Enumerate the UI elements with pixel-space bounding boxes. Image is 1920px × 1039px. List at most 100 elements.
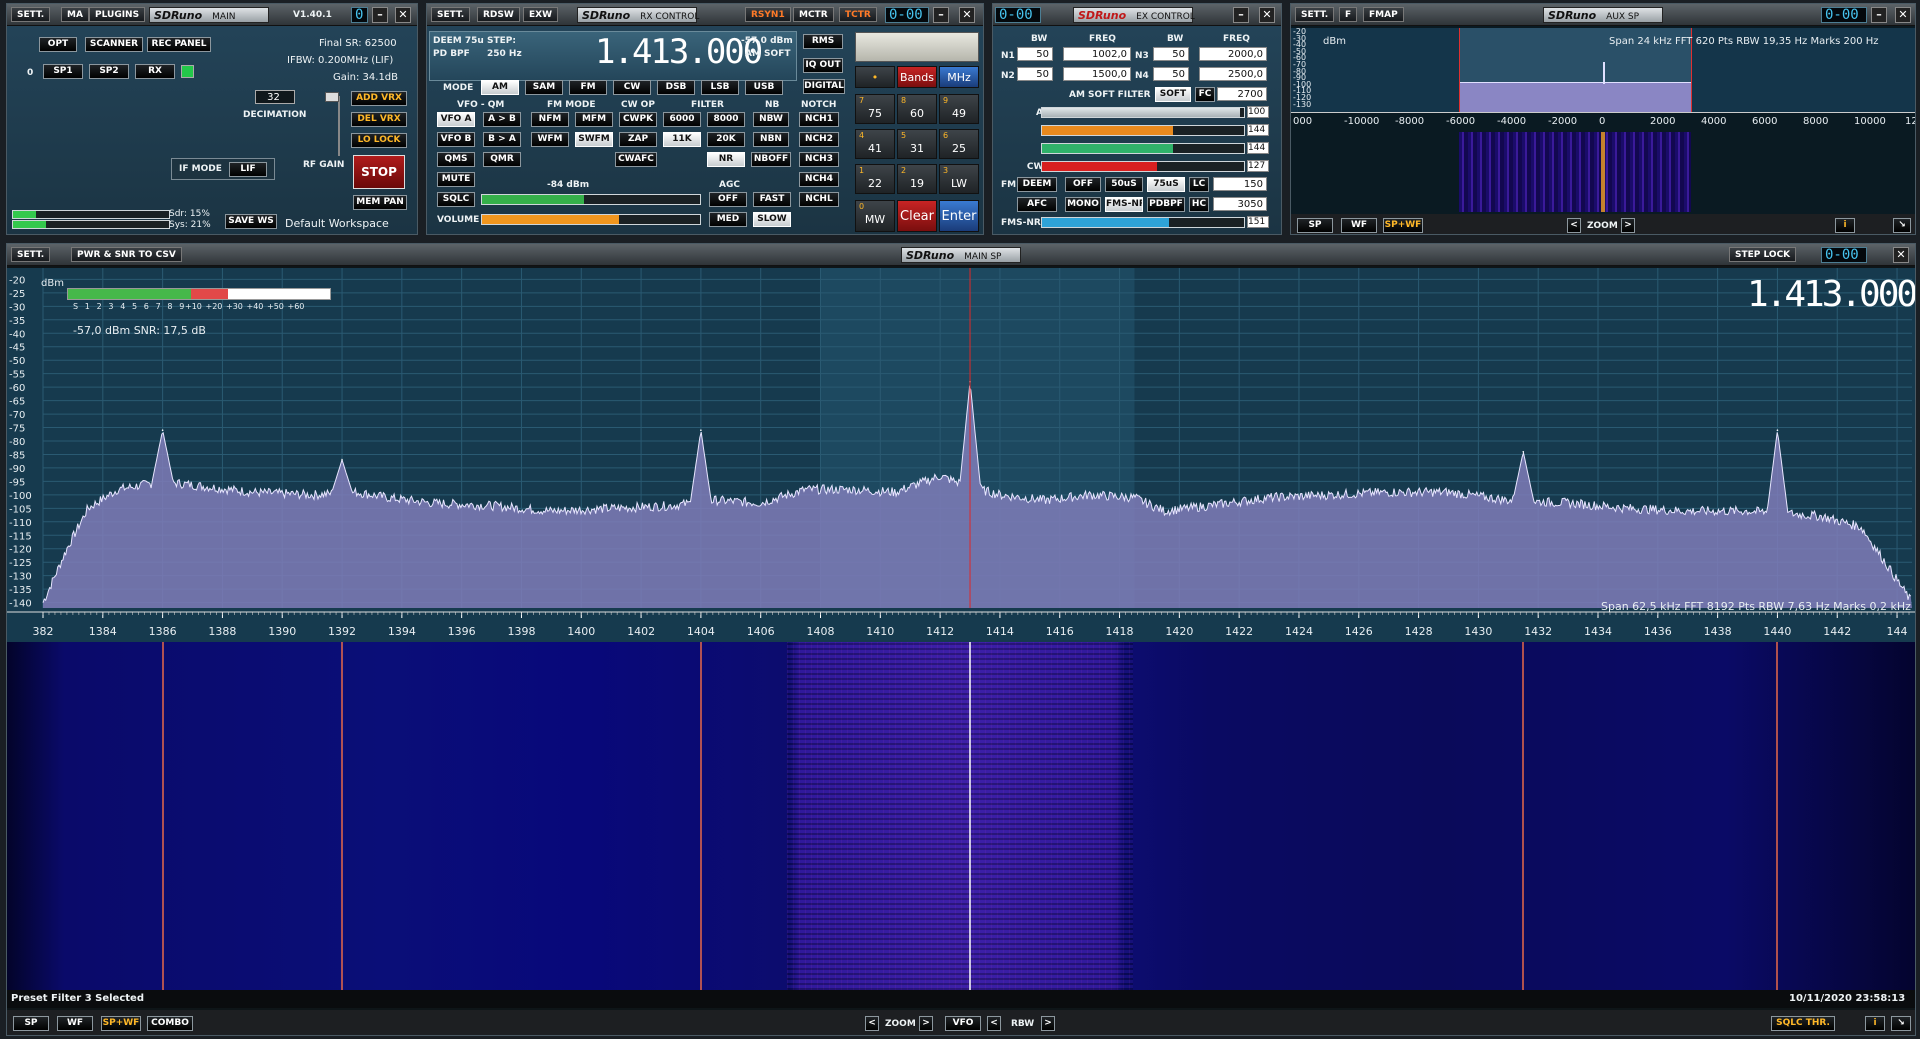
add-vrx-button[interactable]: ADD VRX	[351, 91, 407, 106]
nbn-button[interactable]: NBN	[753, 132, 789, 147]
rbw-next-button[interactable]: >	[1041, 1016, 1055, 1031]
rsyn1-button[interactable]: RSYN1	[745, 7, 791, 22]
key-0-mw[interactable]: 0 MW	[855, 200, 895, 232]
sp-info-button[interactable]: i	[1865, 1016, 1885, 1031]
digital-button[interactable]: DIGITAL	[803, 79, 845, 94]
aux-close-button[interactable]: ✕	[1895, 7, 1911, 23]
key-2[interactable]: 2 19	[897, 164, 937, 194]
rms-button[interactable]: RMS	[803, 34, 843, 49]
key-8[interactable]: 8 60	[897, 94, 937, 124]
n1-bw-field[interactable]: 50	[1017, 47, 1053, 61]
mem-pan-button[interactable]: MEM PAN	[353, 195, 407, 210]
main-minimize-button[interactable]: –	[372, 7, 388, 23]
mode-fm-button[interactable]: FM	[569, 80, 607, 95]
fc-field[interactable]: 2700	[1217, 87, 1267, 101]
n4-freq-field[interactable]: 2500,0	[1199, 67, 1267, 81]
sp2-button[interactable]: SP2	[89, 64, 129, 79]
key-6[interactable]: 6 25	[939, 129, 979, 159]
agc-off-button[interactable]: OFF	[709, 192, 747, 207]
tctr-button[interactable]: TCTR	[839, 7, 877, 22]
aux-zoom-prev-button[interactable]: <	[1567, 218, 1581, 233]
rx-sett-button[interactable]: SETT.	[431, 7, 471, 22]
rbw-prev-button[interactable]: <	[987, 1016, 1001, 1031]
rx-frequency-display[interactable]: 1.413.000	[595, 32, 763, 72]
main-close-button[interactable]: ✕	[395, 7, 411, 23]
filter-8000-button[interactable]: 8000	[707, 112, 745, 127]
mctr-button[interactable]: MCTR	[793, 7, 834, 22]
nch2-button[interactable]: NCH2	[799, 132, 839, 147]
soft-button[interactable]: SOFT	[1155, 87, 1191, 102]
mfm-button[interactable]: MFM	[575, 112, 613, 127]
qmr-button[interactable]: QMR	[483, 152, 521, 167]
key-7[interactable]: 7 75	[855, 94, 895, 124]
zap-button[interactable]: ZAP	[619, 132, 657, 147]
nchl-button[interactable]: NCHL	[799, 192, 839, 207]
mode-dsb-button[interactable]: DSB	[657, 80, 695, 95]
aux-zoom-next-button[interactable]: >	[1621, 218, 1635, 233]
aux-f-button[interactable]: F	[1339, 7, 1358, 22]
fmap-button[interactable]: FMAP	[1363, 7, 1404, 22]
volume-slider[interactable]	[481, 214, 701, 225]
fm-50us-button[interactable]: 50uS	[1105, 177, 1143, 192]
mono-button[interactable]: MONO	[1065, 197, 1101, 212]
rx-close-button[interactable]: ✕	[959, 7, 975, 23]
ex-minimize-button[interactable]: –	[1233, 7, 1249, 23]
b-to-a-button[interactable]: B > A	[483, 132, 521, 147]
filter-6000-button[interactable]: 6000	[663, 112, 701, 127]
opt-button[interactable]: OPT	[39, 37, 77, 52]
agc-med-button[interactable]: MED	[709, 212, 747, 227]
combo-button[interactable]: COMBO	[147, 1016, 193, 1031]
enter-key[interactable]: Enter	[939, 200, 979, 232]
main-waterfall[interactable]	[7, 642, 1915, 990]
afc-button[interactable]: AFC	[1017, 197, 1057, 212]
key-4[interactable]: 4 41	[855, 129, 895, 159]
zoom-prev-button[interactable]: <	[865, 1016, 879, 1031]
cwpk-button[interactable]: CWPK	[619, 112, 657, 127]
pdbpf-button[interactable]: PDBPF	[1147, 197, 1185, 212]
aux-sp-button[interactable]: SP	[1297, 218, 1333, 233]
rx-minimize-button[interactable]: –	[933, 7, 949, 23]
mode-sam-button[interactable]: SAM	[525, 80, 563, 95]
hc-field[interactable]: 3050	[1213, 197, 1267, 211]
rf-gain-slider-handle[interactable]	[325, 92, 339, 102]
sp-sett-button[interactable]: SETT.	[11, 247, 51, 262]
agc-slider[interactable]	[1041, 107, 1245, 118]
lc-field[interactable]: 150	[1213, 177, 1267, 191]
rdsw-button[interactable]: RDSW	[477, 7, 520, 22]
clear-key[interactable]: Clear	[897, 200, 937, 232]
mode-cw-button[interactable]: CW	[613, 80, 651, 95]
lif-button[interactable]: LIF	[229, 162, 267, 177]
plugins-button[interactable]: PLUGINS	[89, 7, 146, 22]
n2-bw-field[interactable]: 50	[1017, 67, 1053, 81]
rx-button[interactable]: RX	[135, 64, 175, 79]
sqlc-slider[interactable]	[481, 194, 701, 205]
bands-key[interactable]: Bands	[897, 66, 937, 88]
mode-lsb-button[interactable]: LSB	[701, 80, 739, 95]
dot-key[interactable]: •	[855, 66, 895, 88]
rec-panel-button[interactable]: REC PANEL	[147, 37, 211, 52]
n2-freq-field[interactable]: 1500,0	[1063, 67, 1131, 81]
zoom-next-button[interactable]: >	[919, 1016, 933, 1031]
cwafc-button[interactable]: CWAFC	[615, 152, 657, 167]
filter-11k-button[interactable]: 11K	[663, 132, 701, 147]
swfm-button[interactable]: SWFM	[575, 132, 613, 147]
nch4-button[interactable]: NCH4	[799, 172, 839, 187]
agc-fast-button[interactable]: FAST	[753, 192, 791, 207]
n4-bw-field[interactable]: 50	[1153, 67, 1189, 81]
ma-button[interactable]: MA	[61, 7, 89, 22]
cwpk-slider[interactable]	[1041, 161, 1245, 172]
nfm-button[interactable]: NFM	[531, 112, 569, 127]
exw-button[interactable]: EXW	[523, 7, 559, 22]
agc-slow-button[interactable]: SLOW	[753, 212, 791, 227]
fm-off-button[interactable]: OFF	[1065, 177, 1101, 192]
fc-button[interactable]: FC	[1195, 87, 1215, 102]
key-1[interactable]: 1 22	[855, 164, 895, 194]
key-9[interactable]: 9 49	[939, 94, 979, 124]
fm-75us-button[interactable]: 75uS	[1147, 177, 1185, 192]
n3-bw-field[interactable]: 50	[1153, 47, 1189, 61]
nb-slider[interactable]	[1041, 125, 1245, 136]
vfo-a-button[interactable]: VFO A	[437, 112, 475, 127]
sp-sp-button[interactable]: SP	[13, 1016, 49, 1031]
vfo-button[interactable]: VFO	[945, 1016, 981, 1031]
fms-nr-slider[interactable]	[1041, 217, 1245, 228]
